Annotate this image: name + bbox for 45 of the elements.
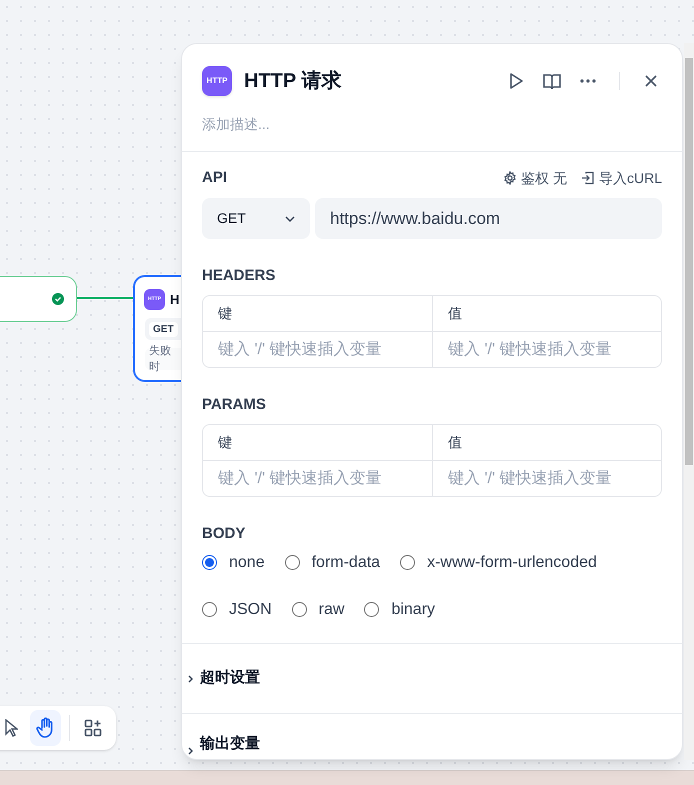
pointer-icon: [4, 719, 18, 737]
scrollbar-thumb[interactable]: [685, 58, 693, 465]
column-header: 值: [447, 433, 463, 452]
column-header: 键: [203, 296, 433, 331]
value-field[interactable]: 键入 '/' 键快速插入变量: [433, 332, 661, 367]
import-curl-button[interactable]: 导入cURL: [580, 168, 662, 188]
chevron-right-icon: [188, 674, 194, 682]
collapsible-section[interactable]: 输出变量: [182, 713, 682, 757]
node-title: H: [170, 290, 180, 309]
method-tag: GET: [149, 322, 178, 336]
url-field[interactable]: https://www.baidu.com: [315, 198, 662, 239]
value-field[interactable]: 键入 '/' 键快速插入变量: [433, 461, 661, 496]
section-label: API: [202, 168, 228, 188]
description-field[interactable]: 添加描述...: [202, 114, 662, 135]
panel-title: HTTP 请求: [244, 69, 342, 94]
add-grid-icon: [84, 719, 102, 737]
section-label: PARAMS: [202, 395, 267, 414]
connector-line: [77, 297, 133, 299]
import-icon: [580, 171, 595, 185]
body-type-radio[interactable]: binary: [364, 598, 436, 621]
body-type-radio[interactable]: none: [202, 551, 265, 574]
body-type-radio[interactable]: form-data: [284, 551, 380, 574]
column-header: 值: [447, 304, 463, 323]
body-type-radio[interactable]: raw: [292, 598, 344, 621]
hand-tool-button[interactable]: [30, 710, 61, 746]
workflow-node[interactable]: [0, 276, 77, 322]
key-field[interactable]: 键入 '/' 键快速插入变量: [203, 332, 433, 367]
auth-button[interactable]: 鉴权 无: [503, 168, 567, 188]
collapsible-section[interactable]: 超时设置: [182, 643, 682, 713]
key-field[interactable]: 键入 '/' 键快速插入变量: [203, 461, 433, 496]
section-label: HEADERS: [202, 266, 276, 285]
node-note: 失败时: [149, 344, 172, 375]
chevron-down-icon: [285, 216, 295, 222]
method-select[interactable]: GET: [202, 198, 310, 239]
gear-icon: [503, 171, 518, 185]
section-label: BODY: [202, 524, 246, 543]
body-type-radio[interactable]: JSON: [202, 598, 272, 621]
http-icon: HTTP: [202, 66, 232, 96]
chevron-right-icon: [188, 747, 194, 755]
close-icon: [645, 75, 657, 87]
play-icon: [508, 72, 524, 90]
body-type-radio[interactable]: x-www-form-urlencoded: [400, 551, 597, 574]
book-icon: [543, 72, 561, 90]
more-icon: [580, 79, 596, 83]
column-header: 键: [203, 425, 433, 460]
